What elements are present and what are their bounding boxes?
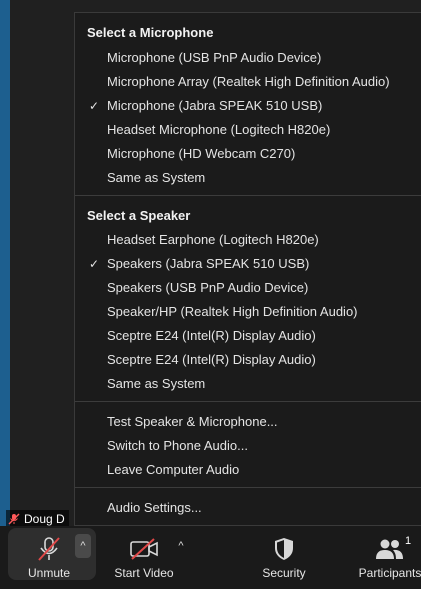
desktop-edge [0, 0, 10, 589]
shield-icon [275, 538, 293, 560]
mic-option-hd-webcam[interactable]: Microphone (HD Webcam C270) [107, 146, 295, 161]
speaker-section-title: Select a Speaker [87, 208, 191, 223]
participant-name: Doug D [24, 512, 65, 526]
menu-divider [75, 487, 421, 488]
security-label: Security [262, 566, 306, 580]
video-options-caret[interactable]: ^ [173, 534, 189, 558]
unmute-button[interactable]: Unmute [14, 526, 84, 584]
security-button[interactable]: Security [254, 526, 314, 584]
switch-to-phone-audio-option[interactable]: Switch to Phone Audio... [107, 438, 248, 453]
leave-computer-audio-option[interactable]: Leave Computer Audio [107, 462, 239, 477]
speaker-option-realtek-hp[interactable]: Speaker/HP (Realtek High Definition Audi… [107, 304, 358, 319]
participants-count-badge: 1 [405, 535, 412, 547]
speaker-option-usb-pnp[interactable]: Speakers (USB PnP Audio Device) [107, 280, 308, 295]
test-speaker-mic-option[interactable]: Test Speaker & Microphone... [107, 414, 278, 429]
start-video-label: Start Video [114, 566, 174, 580]
audio-settings-option[interactable]: Audio Settings... [107, 500, 202, 515]
mic-option-same-as-system[interactable]: Same as System [107, 170, 205, 185]
mic-option-usb-pnp[interactable]: Microphone (USB PnP Audio Device) [107, 50, 321, 65]
meeting-toolbar: Unmute ^ Start Video ^ Security Particip… [0, 526, 421, 589]
check-icon: ✓ [89, 99, 100, 113]
mic-option-jabra[interactable]: Microphone (Jabra SPEAK 510 USB) [107, 98, 322, 113]
microphone-section-title: Select a Microphone [87, 25, 214, 40]
menu-divider [75, 401, 421, 402]
video-off-icon [130, 538, 158, 560]
participants-label: Participants [358, 566, 421, 580]
chevron-up-icon: ^ [178, 540, 184, 552]
speaker-option-jabra[interactable]: Speakers (Jabra SPEAK 510 USB) [107, 256, 309, 271]
mic-option-realtek-array[interactable]: Microphone Array (Realtek High Definitio… [107, 74, 390, 89]
speaker-option-sceptre-1[interactable]: Sceptre E24 (Intel(R) Display Audio) [107, 328, 316, 343]
speaker-option-same-as-system[interactable]: Same as System [107, 376, 205, 391]
participants-icon [376, 539, 403, 559]
start-video-button[interactable]: Start Video [104, 526, 184, 584]
check-icon: ✓ [89, 257, 100, 271]
unmute-label: Unmute [27, 566, 71, 580]
chevron-up-icon: ^ [80, 540, 86, 552]
menu-divider [75, 195, 421, 196]
mic-option-logitech-headset[interactable]: Headset Microphone (Logitech H820e) [107, 122, 330, 137]
speaker-option-logitech-headset[interactable]: Headset Earphone (Logitech H820e) [107, 232, 319, 247]
speaker-option-sceptre-2[interactable]: Sceptre E24 (Intel(R) Display Audio) [107, 352, 316, 367]
mic-muted-icon [8, 513, 20, 525]
audio-options-caret[interactable]: ^ [75, 534, 91, 558]
audio-options-menu: Select a Microphone Microphone (USB PnP … [74, 12, 421, 526]
mic-muted-icon [38, 537, 60, 561]
